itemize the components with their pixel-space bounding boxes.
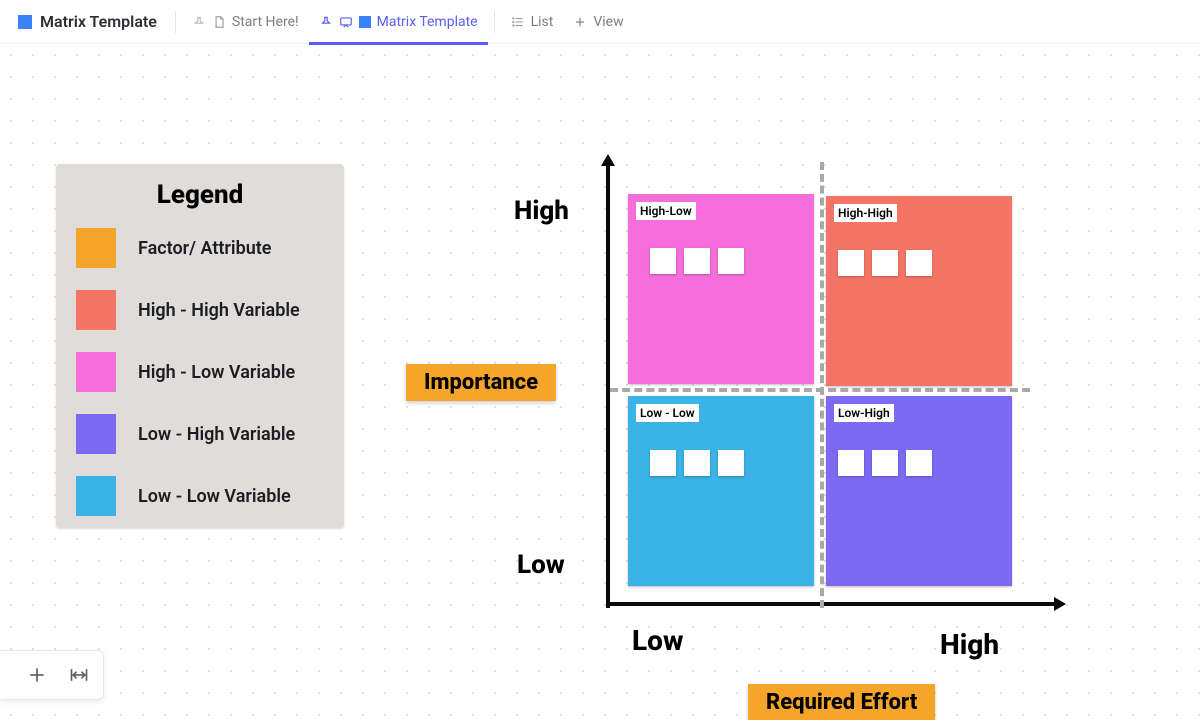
canvas-tools: [0, 650, 104, 700]
separator: [494, 11, 495, 33]
card-placeholder[interactable]: [906, 450, 932, 476]
card-placeholder[interactable]: [838, 450, 864, 476]
fit-width-button[interactable]: [69, 665, 89, 685]
y-axis-title[interactable]: Importance: [406, 364, 556, 401]
legend-item: Factor/ Attribute: [76, 228, 324, 268]
legend-label: Low - Low Variable: [138, 486, 291, 507]
swatch-icon: [76, 414, 116, 454]
tab-start-here[interactable]: Start Here!: [182, 0, 309, 44]
swatch-icon: [76, 352, 116, 392]
legend-label: Factor/ Attribute: [138, 238, 271, 259]
doc-title[interactable]: Matrix Template: [40, 12, 157, 31]
whiteboard-canvas[interactable]: Legend Factor/ Attribute High - High Var…: [0, 44, 1200, 720]
legend-label: High - High Variable: [138, 300, 300, 321]
legend-label: High - Low Variable: [138, 362, 295, 383]
card-row: [650, 248, 806, 274]
add-button[interactable]: [27, 665, 47, 685]
legend-item: Low - Low Variable: [76, 476, 324, 516]
card-placeholder[interactable]: [650, 248, 676, 274]
quadrant-label: Low - Low: [636, 404, 699, 422]
pin-icon: [192, 15, 206, 29]
x-axis-low-label: Low: [632, 624, 683, 657]
legend-card[interactable]: Legend Factor/ Attribute High - High Var…: [56, 164, 344, 528]
legend-item: High - High Variable: [76, 290, 324, 330]
doc-color-icon: [18, 15, 32, 29]
quadrant-low-high[interactable]: Low-High: [826, 396, 1012, 586]
y-axis-line: [606, 162, 610, 608]
arrow-up-icon: [601, 154, 615, 166]
x-axis-high-label: High: [940, 628, 999, 661]
card-placeholder[interactable]: [718, 248, 744, 274]
matrix-frame: High-Low High-High Low - Low: [606, 162, 1058, 614]
separator: [175, 11, 176, 33]
x-axis-line: [606, 602, 1058, 606]
y-axis-high-label: High: [514, 196, 569, 226]
tab-label: Start Here!: [232, 14, 299, 30]
card-placeholder[interactable]: [872, 250, 898, 276]
card-row: [838, 450, 1004, 476]
card-placeholder[interactable]: [684, 248, 710, 274]
quadrant-low-low[interactable]: Low - Low: [628, 396, 814, 586]
tab-label: Matrix Template: [377, 14, 478, 30]
tab-list[interactable]: List: [501, 0, 564, 44]
tab-label: List: [531, 14, 554, 30]
legend-label: Low - High Variable: [138, 424, 295, 445]
card-row: [650, 450, 806, 476]
legend-title: Legend: [76, 180, 324, 210]
card-placeholder[interactable]: [718, 450, 744, 476]
whiteboard-icon: [339, 15, 353, 29]
swatch-icon: [76, 290, 116, 330]
top-bar: Matrix Template Start Here! Matrix Templ…: [0, 0, 1200, 44]
tab-add-view[interactable]: View: [563, 0, 633, 44]
doc-icon: [212, 15, 226, 29]
tab-matrix-template[interactable]: Matrix Template: [309, 0, 488, 44]
card-row: [838, 250, 1004, 276]
list-icon: [511, 15, 525, 29]
x-axis-title[interactable]: Required Effort: [748, 684, 935, 720]
card-placeholder[interactable]: [872, 450, 898, 476]
quadrant-high-low[interactable]: High-Low: [628, 194, 814, 384]
quadrant-label: High-High: [834, 204, 897, 222]
card-placeholder[interactable]: [684, 450, 710, 476]
card-placeholder[interactable]: [906, 250, 932, 276]
plus-icon: [573, 15, 587, 29]
quadrant-label: Low-High: [834, 404, 894, 422]
y-axis-low-label: Low: [517, 550, 565, 580]
arrow-right-icon: [1054, 597, 1066, 611]
legend-item: High - Low Variable: [76, 352, 324, 392]
card-placeholder[interactable]: [650, 450, 676, 476]
quadrant-label: High-Low: [636, 202, 696, 220]
swatch-icon: [76, 476, 116, 516]
pin-icon: [319, 15, 333, 29]
legend-item: Low - High Variable: [76, 414, 324, 454]
square-icon: [359, 16, 371, 28]
quadrant-high-high[interactable]: High-High: [826, 196, 1012, 386]
mid-vertical-divider: [820, 162, 824, 608]
tab-label: View: [593, 14, 623, 30]
card-placeholder[interactable]: [838, 250, 864, 276]
swatch-icon: [76, 228, 116, 268]
